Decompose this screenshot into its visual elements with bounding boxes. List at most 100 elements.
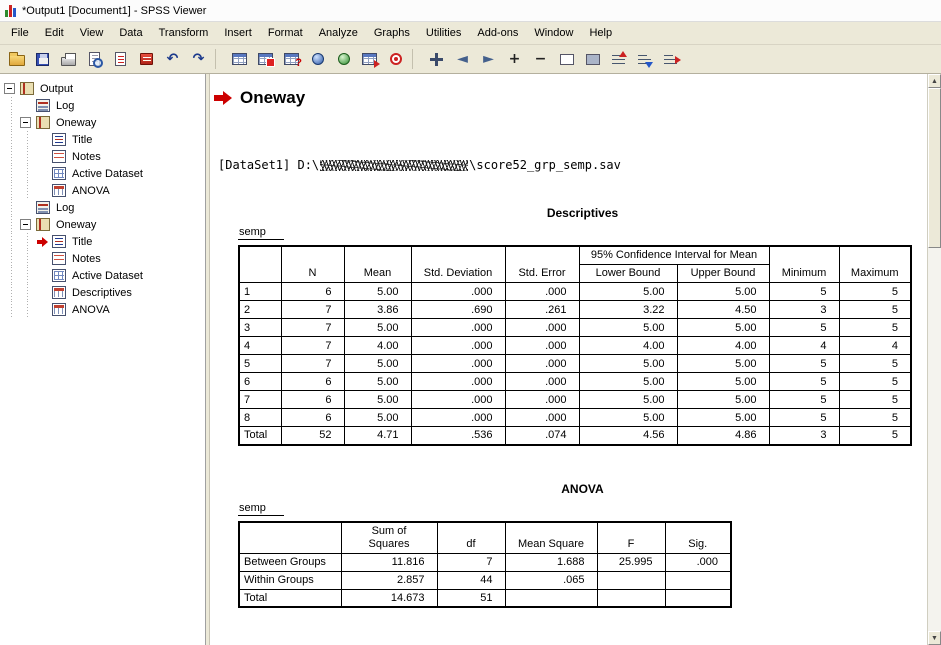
spss-viewer-window: *Output1 [Document1] - SPSS Viewer FileE… (0, 0, 941, 645)
tree-item-label: Oneway (54, 117, 98, 129)
show-button[interactable] (554, 47, 579, 71)
cell-value: 5.00 (344, 319, 411, 337)
redo-button[interactable]: ↷ (186, 47, 211, 71)
dataset-icon (52, 167, 66, 180)
designate-window-button[interactable] (383, 47, 408, 71)
tree-item-title[interactable]: Title (0, 233, 205, 250)
column-header (239, 522, 341, 554)
menu-analyze[interactable]: Analyze (311, 24, 366, 42)
header-row: Sum of SquaresdfMean SquareFSig. (239, 522, 731, 554)
dialog-recall-button[interactable] (134, 47, 159, 71)
export-button[interactable] (108, 47, 133, 71)
tree-item-notes[interactable]: Notes (0, 148, 205, 165)
tree-item-anova[interactable]: ANOVA (0, 301, 205, 318)
move-up-button[interactable] (606, 47, 631, 71)
expand-button[interactable]: + (502, 47, 527, 71)
cell-value: .000 (505, 337, 579, 355)
move-down-icon (638, 54, 651, 65)
select-last-output-icon (362, 53, 377, 65)
find-button[interactable] (305, 47, 330, 71)
tree-item-label: Active Dataset (70, 270, 145, 282)
tree-connector (36, 131, 52, 148)
promote-icon: ◄ (457, 52, 468, 66)
tree-item-oneway[interactable]: Oneway (0, 216, 205, 233)
collapse-button[interactable]: − (528, 47, 553, 71)
menu-edit[interactable]: Edit (37, 24, 72, 42)
tree-connector (36, 250, 52, 267)
collapse-outline-button[interactable] (658, 47, 683, 71)
menu-utilities[interactable]: Utilities (418, 24, 469, 42)
variables-button[interactable] (279, 47, 304, 71)
tree-item-title[interactable]: Title (0, 131, 205, 148)
collapse-toggle[interactable] (20, 219, 31, 230)
menu-file[interactable]: File (3, 24, 37, 42)
cell-value: 4.50 (677, 301, 769, 319)
goto-case-button[interactable] (253, 47, 278, 71)
cell-value: .000 (505, 409, 579, 427)
cell-value: 5 (839, 427, 911, 445)
tree-item-descriptives[interactable]: Descriptives (0, 284, 205, 301)
menu-transform[interactable]: Transform (151, 24, 217, 42)
goto-data-button[interactable] (227, 47, 252, 71)
tree-guide (4, 165, 20, 182)
tree-item-log[interactable]: Log (0, 199, 205, 216)
undo-button[interactable]: ↶ (160, 47, 185, 71)
row-label: 1 (239, 283, 281, 301)
menu-insert[interactable]: Insert (216, 24, 260, 42)
cell-value: 5.00 (579, 391, 677, 409)
menu-help[interactable]: Help (581, 24, 620, 42)
tree-item-notes[interactable]: Notes (0, 250, 205, 267)
show-icon (560, 54, 574, 65)
cell-value: 51 (437, 589, 505, 607)
tree-item-oneway[interactable]: Oneway (0, 114, 205, 131)
export-icon (115, 52, 126, 66)
table-row: Between Groups11.81671.68825.995.000 (239, 553, 731, 571)
promote-button[interactable]: ◄ (450, 47, 475, 71)
undo-icon: ↶ (167, 52, 179, 66)
menu-window[interactable]: Window (526, 24, 581, 42)
use-sets-button[interactable] (331, 47, 356, 71)
insert-heading-button[interactable] (424, 47, 449, 71)
print-preview-button[interactable] (82, 47, 107, 71)
menu-graphs[interactable]: Graphs (366, 24, 418, 42)
collapse-toggle[interactable] (4, 83, 15, 94)
title-icon (52, 133, 66, 146)
print-button[interactable] (56, 47, 81, 71)
cell-value: 4 (839, 337, 911, 355)
log-icon (36, 201, 50, 214)
expand-icon: + (509, 52, 521, 66)
redacted-path-scribble (320, 160, 468, 171)
open-button[interactable] (4, 47, 29, 71)
book-icon (20, 82, 34, 95)
scroll-up-button[interactable]: ▲ (928, 74, 941, 88)
menu-add-ons[interactable]: Add-ons (469, 24, 526, 42)
save-button[interactable] (30, 47, 55, 71)
scrollbar-thumb[interactable] (928, 88, 941, 248)
table-icon (52, 286, 66, 299)
menu-data[interactable]: Data (111, 24, 150, 42)
tree-item-output[interactable]: Output (0, 80, 205, 97)
tree-connector (36, 267, 52, 284)
collapse-toggle[interactable] (20, 117, 31, 128)
vertical-scrollbar[interactable]: ▲ ▼ (927, 74, 941, 645)
tree-item-active-dataset[interactable]: Active Dataset (0, 267, 205, 284)
anova-table[interactable]: Sum of SquaresdfMean SquareFSig.Between … (238, 521, 732, 609)
demote-button[interactable]: ► (476, 47, 501, 71)
select-last-output-button[interactable] (357, 47, 382, 71)
cell-value: 6 (281, 409, 344, 427)
current-item-arrow-icon (37, 237, 48, 247)
cell-value: 5.00 (579, 319, 677, 337)
descriptives-table[interactable]: NMeanStd. DeviationStd. Error95% Confide… (238, 245, 912, 446)
cell-value: .000 (411, 283, 505, 301)
tree-item-log[interactable]: Log (0, 97, 205, 114)
column-header (239, 246, 281, 283)
move-down-button[interactable] (632, 47, 657, 71)
menu-view[interactable]: View (72, 24, 112, 42)
cell-value: 5 (769, 355, 839, 373)
tree-item-active-dataset[interactable]: Active Dataset (0, 165, 205, 182)
menu-format[interactable]: Format (260, 24, 311, 42)
scroll-down-button[interactable]: ▼ (928, 631, 941, 645)
hide-button[interactable] (580, 47, 605, 71)
scrollbar-track[interactable] (928, 88, 941, 631)
tree-item-anova[interactable]: ANOVA (0, 182, 205, 199)
